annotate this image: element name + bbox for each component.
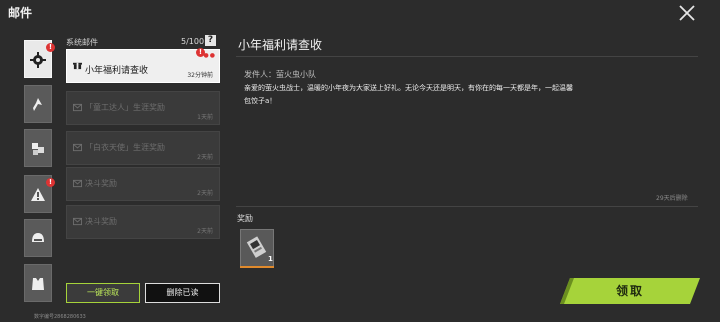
user-id: 数字编号2868280633 [34, 314, 86, 320]
mail-title: 决斗奖励 [85, 179, 117, 188]
claim-button-label: 领取 [615, 284, 644, 298]
mail-title: 决斗奖励 [85, 217, 117, 226]
gift-icon [73, 62, 82, 70]
page-title: 邮件 [8, 6, 33, 20]
reward-label: 奖励 [237, 214, 253, 223]
gear-icon [30, 52, 46, 68]
category-tab-5[interactable] [24, 219, 52, 257]
category-tab-6[interactable] [24, 264, 52, 302]
divider [236, 206, 698, 207]
mail-sender: 发件人：萤火虫小队 [244, 70, 316, 79]
help-icon[interactable]: ? [205, 35, 216, 46]
mail-item[interactable]: 决斗奖励 2天前 [66, 167, 220, 201]
category-tab-3[interactable] [24, 129, 52, 167]
category-tab-2[interactable] [24, 85, 52, 123]
mail-list-label: 系统邮件 [66, 38, 98, 47]
close-icon[interactable] [678, 4, 696, 22]
envelope-icon [73, 103, 82, 112]
notification-badge: ! [46, 43, 55, 52]
helmet-icon [32, 233, 44, 242]
mail-item[interactable]: 决斗奖励 2天前 [66, 205, 220, 239]
reward-quantity: 1 [268, 255, 273, 263]
mail-item[interactable]: 小年福利请查收 32分钟前 ! ●● [66, 48, 220, 83]
mail-time: 2天前 [197, 228, 213, 235]
notification-badge: ! [46, 178, 55, 187]
rarity-bar [240, 266, 274, 268]
envelope-icon [73, 217, 82, 226]
figure-icon [33, 98, 42, 111]
mail-time: 2天前 [197, 154, 213, 161]
vest-icon [32, 278, 44, 290]
mail-count: 5/100 [181, 37, 205, 46]
category-tab-4[interactable]: ! [24, 175, 55, 213]
category-tab-system[interactable]: ! [24, 40, 55, 78]
status-dots: ●● [203, 52, 216, 59]
claim-button[interactable]: 领取 [560, 278, 700, 304]
mail-title: 「白衣天使」生涯奖励 [85, 143, 165, 152]
envelope-icon [73, 143, 82, 152]
warning-icon [31, 188, 45, 201]
mail-title: 小年福利请查收 [85, 66, 149, 76]
cubes-icon [32, 143, 44, 155]
mail-item[interactable]: 「童工达人」生涯奖励 1天前 [66, 91, 220, 125]
mail-time: 32分钟前 [187, 72, 213, 79]
mail-body: 亲爱的萤火虫战士，温暖的小年夜为大家送上好礼。无论今天还是明天，有你在的每一天都… [244, 84, 573, 105]
delete-read-button[interactable]: 删除已读 [145, 283, 220, 303]
envelope-icon [73, 179, 82, 188]
mail-time: 2天前 [197, 190, 213, 197]
claim-all-button[interactable]: 一键领取 [66, 283, 140, 303]
divider [236, 56, 698, 57]
mail-item[interactable]: 「白衣天使」生涯奖励 2天前 [66, 131, 220, 165]
mail-time: 1天前 [197, 114, 213, 121]
mail-detail-title: 小年福利请查收 [238, 38, 323, 52]
expire-note: 29天后删除 [656, 195, 688, 202]
mail-title: 「童工达人」生涯奖励 [85, 103, 165, 112]
